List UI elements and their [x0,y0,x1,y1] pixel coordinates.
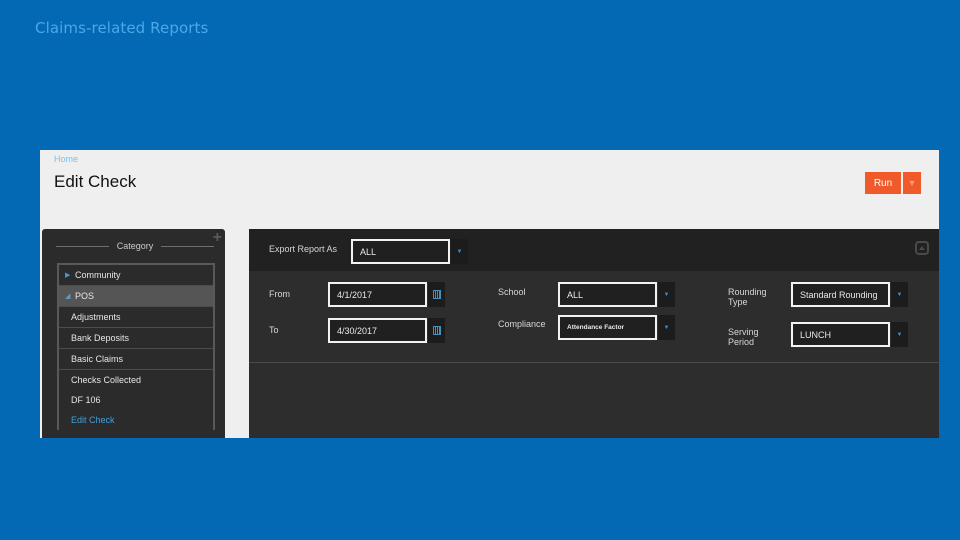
run-button[interactable]: Run [865,172,901,194]
report-basic-claims[interactable]: Basic Claims [59,349,213,370]
page-title: Edit Check [54,172,137,191]
divider [56,245,109,247]
to-label: To [269,325,279,335]
category-pos[interactable]: ◢ POS [59,286,213,307]
report-screenshot: Home Edit Check Run ▼ + Category ▶ Commu… [40,150,939,438]
serving-period-dropdown-button[interactable]: ▼ [891,322,908,347]
compliance-dropdown-button[interactable]: ▼ [658,315,675,340]
export-select[interactable]: ALL [351,239,450,264]
rounding-type-select[interactable]: Standard Rounding [791,282,890,307]
slide-title: Claims-related Reports [35,19,209,37]
divider [249,362,939,363]
category-list: ▶ Community ◢ POS Adjustments Bank Depos… [57,263,215,430]
divider [161,245,214,247]
rounding-type-label-line1: Rounding [728,287,767,297]
report-adjustments[interactable]: Adjustments [59,307,213,328]
compliance-select[interactable]: Attendance Factor [558,315,657,340]
category-header-label: Category [116,241,154,251]
caret-down-icon: ▼ [896,331,903,338]
serving-period-label-line2: Period [728,337,755,347]
calendar-icon [432,290,441,299]
rounding-type-label: Rounding Type [728,287,767,307]
serving-period-label-line1: Serving [728,327,759,337]
run-options-button[interactable]: ▼ [903,172,921,194]
export-dropdown-button[interactable]: ▼ [451,239,468,264]
export-label: Export Report As [269,244,338,254]
plus-icon[interactable]: + [213,229,222,247]
caret-down-icon: ▼ [456,248,463,255]
category-sidebar: + Category ▶ Community ◢ POS Adjustments… [42,229,225,438]
from-calendar-button[interactable] [428,282,445,307]
rounding-type-label-line2: Type [728,297,748,307]
report-checks-collected[interactable]: Checks Collected [59,370,213,390]
caret-right-icon: ▶ [65,272,71,279]
to-date-input[interactable]: 4/30/2017 [328,318,427,343]
calendar-icon [432,326,441,335]
report-df-106[interactable]: DF 106 [59,390,213,410]
school-select[interactable]: ALL [558,282,657,307]
breadcrumb-home[interactable]: Home [54,154,78,164]
category-label: POS [75,291,95,301]
from-date-input[interactable]: 4/1/2017 [328,282,427,307]
report-edit-check[interactable]: Edit Check [59,410,213,430]
caret-down-icon: ▼ [907,178,917,188]
school-label: School [498,287,526,297]
caret-expanded-icon: ◢ [65,293,71,300]
compliance-label: Compliance [498,319,546,329]
serving-period-select[interactable]: LUNCH [791,322,890,347]
category-header: Category [56,241,214,251]
report-bank-deposits[interactable]: Bank Deposits [59,328,213,349]
rounding-type-dropdown-button[interactable]: ▼ [891,282,908,307]
serving-period-label: Serving Period [728,327,759,347]
caret-down-icon: ▼ [663,291,670,298]
report-parameters-panel: Export Report As ALL ▼ From 4/1/2017 To … [249,229,939,438]
caret-down-icon: ▼ [663,324,670,331]
from-label: From [269,289,290,299]
category-label: Community [75,270,121,280]
to-calendar-button[interactable] [428,318,445,343]
caret-down-icon: ▼ [896,291,903,298]
collapse-icon[interactable] [915,241,929,255]
school-dropdown-button[interactable]: ▼ [658,282,675,307]
category-community[interactable]: ▶ Community [59,265,213,286]
